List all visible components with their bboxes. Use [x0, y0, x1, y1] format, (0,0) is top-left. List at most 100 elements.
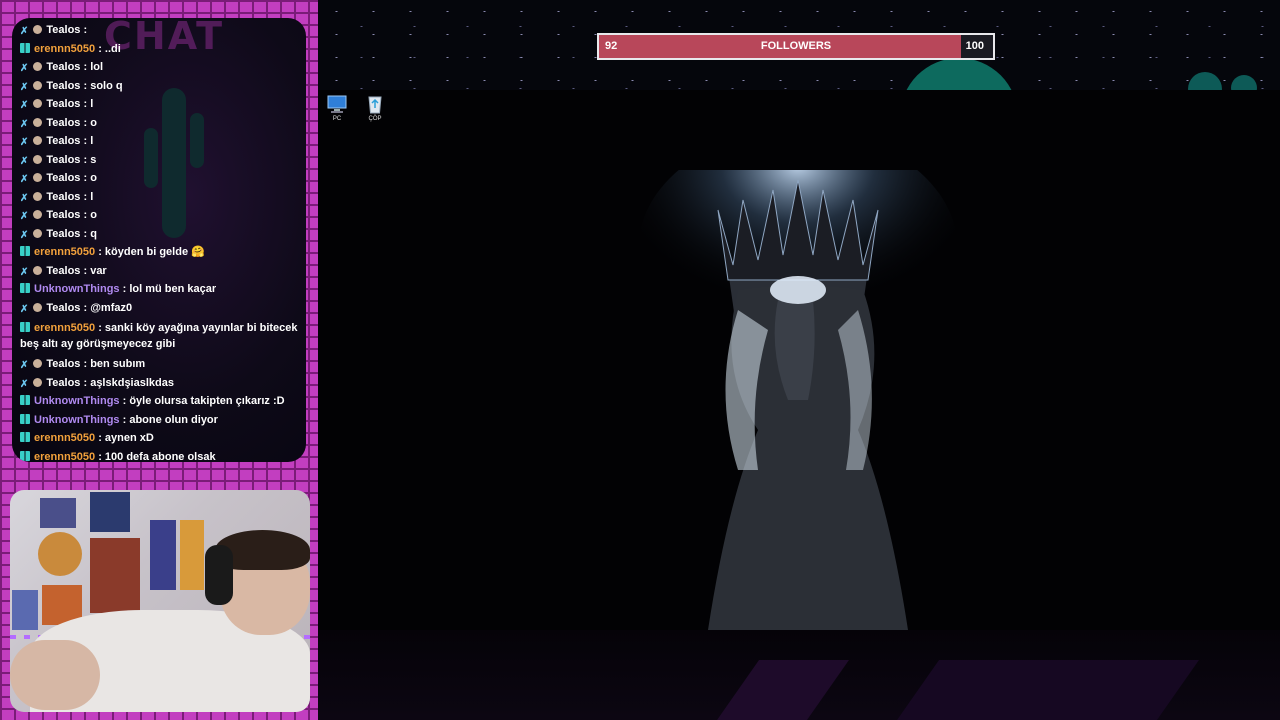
sword-badge-icon: ✗ [20, 100, 29, 111]
sword-badge-icon: ✗ [20, 360, 29, 371]
skull-badge-icon [33, 359, 43, 368]
wall-poster [12, 590, 38, 630]
chat-username[interactable]: Tealos [46, 265, 80, 277]
chat-message: ✗ Tealos : l [20, 188, 302, 207]
chat-message: ✗ Tealos : aşlskdşiaslkdas [20, 374, 302, 393]
chat-message: erennn5050 : köyden bi gelde 🤗 [20, 243, 302, 262]
desktop-icon-label: ÇÖP [368, 116, 382, 122]
chat-username[interactable]: Tealos [46, 377, 80, 389]
grid-badge-icon [20, 395, 30, 405]
headphones [205, 545, 233, 605]
computer-icon [327, 95, 347, 113]
chat-username[interactable]: erennn5050 [34, 246, 95, 258]
skull-badge-icon [33, 377, 43, 387]
chat-username[interactable]: Tealos [46, 172, 80, 184]
chat-message-text: : o [80, 209, 97, 221]
chat-username[interactable]: erennn5050 [34, 432, 95, 444]
chat-message: UnknownThings : abone olun diyor [20, 411, 302, 430]
chat-message-text: : [80, 24, 88, 36]
chat-username[interactable]: UnknownThings [34, 414, 120, 426]
wall-pennant [180, 520, 204, 590]
chat-message: erennn5050 : 100 defa abone olsak [20, 448, 302, 463]
chat-message-text: : s [80, 153, 97, 166]
chat-message: ✗ Tealos : lol [20, 58, 302, 77]
chat-message: ✗ Tealos : [20, 21, 302, 40]
chat-message: ✗ Tealos : solo q [20, 77, 302, 96]
sword-badge-icon: ✗ [20, 118, 29, 130]
skull-badge-icon [33, 173, 43, 182]
sword-badge-icon: ✗ [20, 229, 29, 241]
chat-message: erennn5050 : ..di [20, 40, 302, 59]
chat-message-text: : aşlskdşiaslkdas [80, 376, 174, 389]
chat-message-text: : l [80, 135, 94, 147]
sword-badge-icon: ✗ [20, 63, 29, 74]
chat-message-text: : ..di [95, 42, 121, 55]
chat-message-text: : lol [80, 61, 104, 73]
chat-message: erennn5050 : aynen xD [20, 429, 302, 448]
chat-username[interactable]: Tealos [46, 135, 80, 147]
chat-username[interactable]: Tealos [46, 61, 80, 73]
chat-username[interactable]: UnknownThings [34, 395, 120, 407]
chat-username[interactable]: UnknownThings [34, 283, 120, 295]
sword-badge-icon: ✗ [20, 26, 29, 37]
chat-message-text: : l [80, 190, 94, 203]
chat-message: ✗ Tealos : o [20, 169, 302, 188]
chat-username[interactable]: erennn5050 [34, 451, 95, 463]
chat-message: ✗ Tealos : var [20, 262, 302, 281]
skull-badge-icon [33, 302, 43, 312]
chat-message: ✗ Tealos : s [20, 151, 302, 170]
desktop-icon-label: PC [332, 116, 342, 122]
skull-badge-icon [33, 99, 43, 108]
chat-message-text: : o [80, 116, 97, 129]
skull-badge-icon [33, 62, 43, 71]
chat-username[interactable]: Tealos [46, 98, 80, 110]
chat-message: ✗ Tealos : o [20, 114, 302, 133]
chat-message-text: : o [80, 172, 97, 184]
chat-username[interactable]: Tealos [46, 24, 80, 36]
grid-badge-icon [20, 413, 30, 424]
chat-username[interactable]: Tealos [46, 302, 80, 314]
desktop: 92 FOLLOWERS 100 PC ÇÖP [318, 0, 1280, 720]
chat-username[interactable]: Tealos [46, 80, 80, 92]
chat-message: UnknownThings : öyle olursa takipten çık… [20, 392, 302, 411]
sword-badge-icon: ✗ [20, 211, 29, 222]
floor-stripe [896, 660, 1200, 720]
chat-message: ✗ Tealos : q [20, 225, 302, 244]
grid-badge-icon [20, 432, 30, 442]
desktop-icon-recycle-bin[interactable]: ÇÖP [360, 94, 390, 122]
chat-message-text: : öyle olursa takipten çıkarız :D [119, 395, 285, 407]
sword-badge-icon: ✗ [20, 378, 29, 390]
chat-username[interactable]: Tealos [46, 117, 80, 129]
wall-vinyl [38, 532, 82, 576]
chat-message-text: : 100 defa abone olsak [95, 450, 216, 463]
chat-username[interactable]: erennn5050 [34, 322, 95, 334]
skull-badge-icon [33, 80, 43, 90]
skull-badge-icon [33, 228, 43, 238]
chat-username[interactable]: Tealos [46, 358, 80, 370]
sword-badge-icon: ✗ [20, 192, 29, 204]
chat-message: ✗ Tealos : @mfaz0 [20, 299, 302, 318]
chat-message-text: : var [80, 264, 107, 277]
chat-username[interactable]: erennn5050 [34, 43, 95, 55]
sword-badge-icon: ✗ [20, 137, 29, 148]
chat-username[interactable]: Tealos [46, 191, 80, 203]
wallpaper-crowned-figure [638, 170, 958, 630]
chat-message-text: : l [80, 98, 94, 110]
streamer-arm [10, 640, 100, 710]
chat-username[interactable]: Tealos [46, 209, 80, 221]
webcam-feed [10, 490, 310, 712]
skull-badge-icon [33, 136, 43, 145]
chat-message-text: : köyden bi gelde 🤗 [95, 246, 205, 258]
skull-badge-icon [33, 191, 43, 201]
grid-badge-icon [20, 283, 30, 293]
followers-title: FOLLOWERS [760, 40, 832, 52]
desktop-icon-pc[interactable]: PC [322, 94, 352, 122]
wall-poster [90, 538, 140, 613]
chat-message-text: : aynen xD [95, 432, 154, 444]
chat-message-text: : q [80, 227, 97, 240]
chat-username[interactable]: Tealos [46, 154, 80, 166]
skull-badge-icon [33, 265, 43, 275]
wall-poster [40, 498, 76, 528]
chat-username[interactable]: Tealos [46, 228, 80, 240]
sword-badge-icon: ✗ [20, 81, 29, 93]
